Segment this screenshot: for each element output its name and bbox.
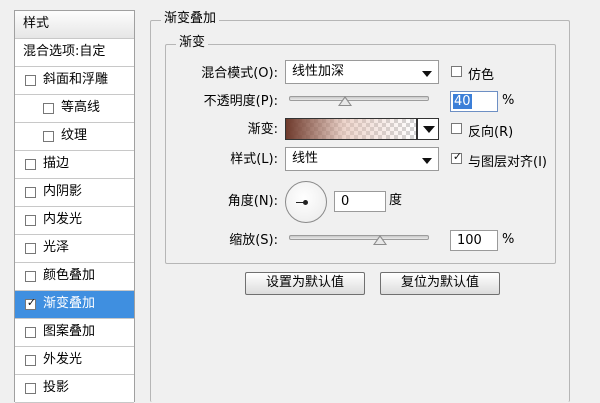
styles-list-item[interactable]: 外发光 xyxy=(15,347,134,375)
scale-label: 缩放(S): xyxy=(229,233,278,248)
reverse-checkbox[interactable] xyxy=(451,123,462,134)
style-item-label: 描边 xyxy=(43,156,70,171)
style-item-label: 内发光 xyxy=(43,212,83,227)
angle-input[interactable]: 0 xyxy=(334,191,386,212)
styles-list-item[interactable]: 光泽 xyxy=(15,235,134,263)
scale-slider[interactable] xyxy=(289,235,429,240)
styles-list-header: 样式 xyxy=(15,11,134,39)
scale-input[interactable]: 100 xyxy=(450,230,498,251)
angle-dial-hub xyxy=(303,200,308,205)
angle-value: 0 xyxy=(341,194,350,209)
style-item-label: 斜面和浮雕 xyxy=(43,72,109,87)
style-select[interactable]: 线性 xyxy=(285,147,439,171)
style-item-label: 图案叠加 xyxy=(43,324,96,339)
style-item-label: 内阴影 xyxy=(43,184,83,199)
style-checkbox[interactable] xyxy=(25,383,36,394)
checkmark-icon: ✓ xyxy=(26,296,37,309)
opacity-value: 40 xyxy=(453,94,472,109)
angle-label: 角度(N): xyxy=(227,194,278,209)
opacity-unit: % xyxy=(502,93,515,108)
dither-checkbox[interactable] xyxy=(451,66,462,77)
opacity-slider-thumb[interactable] xyxy=(338,96,352,106)
scale-unit: % xyxy=(502,232,515,247)
style-item-label: 纹理 xyxy=(61,128,88,143)
styles-list-item[interactable]: 颜色叠加 xyxy=(15,263,134,291)
align-with-layer-label: 与图层对齐(I) xyxy=(468,155,547,170)
style-item-label: 样式 xyxy=(23,16,50,31)
style-item-label: 光泽 xyxy=(43,240,70,255)
opacity-slider[interactable] xyxy=(289,96,429,101)
style-checkbox[interactable] xyxy=(43,131,54,142)
style-checkbox[interactable] xyxy=(25,75,36,86)
dither-label: 仿色 xyxy=(468,68,495,83)
styles-list-item[interactable]: 内发光 xyxy=(15,207,134,235)
gradient-group-title: 渐变 xyxy=(176,35,209,51)
blend-mode-label: 混合模式(O): xyxy=(201,66,278,81)
style-item-label: 投影 xyxy=(43,380,70,395)
style-checkbox[interactable] xyxy=(25,215,36,226)
styles-list-item[interactable]: 图案叠加 xyxy=(15,319,134,347)
style-checkbox[interactable] xyxy=(25,327,36,338)
style-item-label: 等高线 xyxy=(61,100,101,115)
style-checkbox[interactable]: ✓ xyxy=(25,296,37,310)
blend-mode-value: 线性加深 xyxy=(292,64,345,79)
styles-list-panel: 样式混合选项:自定斜面和浮雕等高线纹理描边内阴影内发光光泽颜色叠加 ✓ 渐变叠加图案… xyxy=(14,10,135,403)
style-checkbox[interactable] xyxy=(25,243,36,254)
styles-list-item[interactable]: 混合选项:自定 xyxy=(15,39,134,67)
chevron-down-icon xyxy=(422,71,432,77)
gradient-dropdown-button[interactable] xyxy=(417,118,439,140)
style-checkbox[interactable] xyxy=(43,103,54,114)
angle-dial[interactable] xyxy=(285,181,327,223)
gradient-preview[interactable] xyxy=(285,118,417,140)
gradient-overlay-title: 渐变叠加 xyxy=(161,11,220,27)
align-with-layer-checkbox[interactable]: ✓ xyxy=(451,150,463,164)
style-item-label: 外发光 xyxy=(43,352,83,367)
style-label: 样式(L): xyxy=(230,152,278,167)
scale-value: 100 xyxy=(457,233,482,248)
style-checkbox[interactable] xyxy=(25,355,36,366)
make-default-button[interactable]: 设置为默认值 xyxy=(245,272,365,295)
styles-list-item[interactable]: 等高线 xyxy=(15,95,134,123)
opacity-input[interactable]: 40 xyxy=(450,91,498,112)
style-checkbox[interactable] xyxy=(25,187,36,198)
style-item-label: 混合选项:自定 xyxy=(23,44,106,59)
gradient-label: 渐变: xyxy=(247,122,278,137)
styles-list-item[interactable]: 斜面和浮雕 xyxy=(15,67,134,95)
style-checkbox[interactable] xyxy=(25,159,36,170)
blend-mode-select[interactable]: 线性加深 xyxy=(285,60,439,84)
chevron-down-icon xyxy=(422,158,432,164)
reset-default-button[interactable]: 复位为默认值 xyxy=(380,272,500,295)
styles-list-item[interactable]: 描边 xyxy=(15,151,134,179)
style-item-label: 渐变叠加 xyxy=(43,296,96,311)
style-value: 线性 xyxy=(292,151,319,166)
styles-list-item[interactable]: 内阴影 xyxy=(15,179,134,207)
styles-list-item[interactable]: 纹理 xyxy=(15,123,134,151)
style-checkbox[interactable] xyxy=(25,271,36,282)
angle-unit: 度 xyxy=(389,193,403,208)
checkmark-icon: ✓ xyxy=(452,150,463,163)
opacity-label: 不透明度(P): xyxy=(203,94,278,109)
scale-slider-thumb[interactable] xyxy=(373,235,387,245)
styles-list-item[interactable]: ✓ 渐变叠加 xyxy=(15,291,134,319)
style-item-label: 颜色叠加 xyxy=(43,268,96,283)
styles-list-item[interactable]: 投影 xyxy=(15,375,134,403)
reverse-label: 反向(R) xyxy=(468,125,514,140)
chevron-down-icon xyxy=(423,126,435,133)
